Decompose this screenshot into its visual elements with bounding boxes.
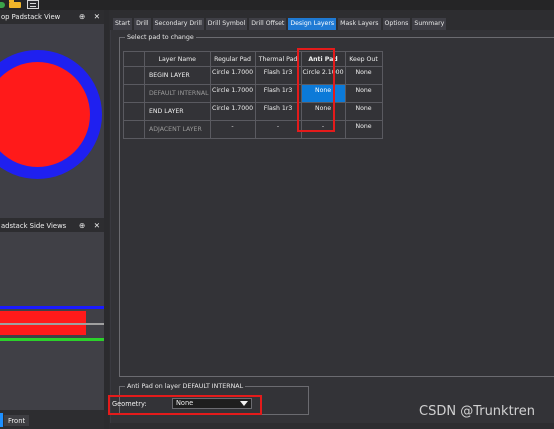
- row-header[interactable]: [123, 120, 145, 139]
- padstack-side-views-canvas: [0, 232, 104, 410]
- layer-name-cell[interactable]: END LAYER: [144, 102, 211, 121]
- anti-pad-cell[interactable]: Circle 2.1000: [300, 66, 346, 85]
- column-layer-name: Layer Name: [144, 51, 211, 67]
- close-icon[interactable]: ✕: [94, 221, 100, 230]
- keep-out-cell[interactable]: None: [344, 102, 383, 121]
- tab-secondary-drill[interactable]: Secondary Drill: [152, 18, 204, 30]
- thermal-pad-cell[interactable]: Flash 1r3: [254, 102, 302, 121]
- pin-icon[interactable]: ⊕: [79, 12, 85, 21]
- splitter[interactable]: [104, 10, 109, 429]
- row-header[interactable]: [123, 84, 145, 103]
- side-green-line: [0, 338, 104, 341]
- side-pad-red: [0, 311, 86, 323]
- top-padstack-view-canvas: [0, 24, 104, 218]
- side-pad-red-lower: [0, 325, 86, 335]
- close-icon[interactable]: ✕: [94, 12, 100, 21]
- thermal-pad-cell[interactable]: Flash 1r3: [254, 66, 302, 85]
- column-keep-out: Keep Out: [344, 51, 383, 67]
- top-padstack-view-header: op Padstack View ⊕ ✕: [0, 12, 104, 22]
- table-row[interactable]: ADJACENT LAYER - - - None: [123, 120, 383, 139]
- front-tab[interactable]: Front: [3, 414, 31, 427]
- anti-pad-cell[interactable]: None: [300, 102, 346, 121]
- keep-out-cell[interactable]: None: [344, 120, 383, 139]
- tab-drill-offset[interactable]: Drill Offset: [249, 18, 287, 30]
- regular-pad-cell[interactable]: Circle 1.7000: [209, 84, 256, 103]
- column-thermal-pad: Thermal Pad: [254, 51, 302, 67]
- tab-drill[interactable]: Drill: [134, 18, 151, 30]
- table-row[interactable]: DEFAULT INTERNAL Circle 1.7000 Flash 1r3…: [123, 84, 383, 103]
- watermark: CSDN @Trunktren: [419, 404, 535, 419]
- geometry-select[interactable]: None: [172, 398, 252, 409]
- table-row[interactable]: END LAYER Circle 1.7000 Flash 1r3 None N…: [123, 102, 383, 121]
- tab-design-layers[interactable]: Design Layers: [288, 18, 337, 30]
- tab-options[interactable]: Options: [382, 18, 411, 30]
- anti-pad-group-title: Anti Pad on layer DEFAULT INTERNAL: [125, 382, 246, 391]
- padstack-side-views-header: adstack Side Views ⊕ ✕: [0, 221, 104, 231]
- regular-pad-cell[interactable]: -: [209, 120, 256, 139]
- document-icon[interactable]: [27, 0, 39, 9]
- tab-drill-symbol[interactable]: Drill Symbol: [205, 18, 248, 30]
- column-regular-pad: Regular Pad: [209, 51, 256, 67]
- column-anti-pad: Anti Pad: [300, 51, 346, 67]
- view-tabs: Front: [0, 412, 104, 429]
- row-header[interactable]: [123, 66, 145, 85]
- table-row[interactable]: BEGIN LAYER Circle 1.7000 Flash 1r3 Circ…: [123, 66, 383, 85]
- tab-mask-layers[interactable]: Mask Layers: [338, 18, 381, 30]
- layer-name-cell[interactable]: DEFAULT INTERNAL: [144, 84, 211, 103]
- thermal-pad-cell[interactable]: Flash 1r3: [254, 84, 302, 103]
- regular-pad-cell[interactable]: Circle 1.7000: [209, 102, 256, 121]
- tab-summary[interactable]: Summary: [412, 18, 447, 30]
- tab-strip: Start Drill Secondary Drill Drill Symbol…: [113, 18, 448, 30]
- select-pad-group-title: Select pad to change: [125, 33, 196, 42]
- top-padstack-view-title: op Padstack View: [1, 13, 61, 21]
- anti-pad-cell-selected[interactable]: None: [300, 84, 346, 103]
- side-blue-line: [0, 306, 104, 309]
- anti-pad-cell[interactable]: -: [300, 120, 346, 139]
- layer-name-cell[interactable]: BEGIN LAYER: [144, 66, 211, 85]
- dropdown-arrow-icon[interactable]: [240, 401, 248, 406]
- pad-grid: Layer Name Regular Pad Thermal Pad Anti …: [123, 51, 383, 139]
- grid-corner-cell: [123, 51, 145, 67]
- geometry-label: Geometry:: [112, 400, 147, 408]
- tab-start[interactable]: Start: [113, 18, 133, 30]
- toolbar: [0, 0, 554, 10]
- geometry-value: None: [176, 399, 194, 407]
- folder-icon[interactable]: [9, 0, 21, 8]
- row-header[interactable]: [123, 102, 145, 121]
- keep-out-cell[interactable]: None: [344, 84, 383, 103]
- padstack-side-views-title: adstack Side Views: [1, 222, 67, 230]
- grid-header-row: Layer Name Regular Pad Thermal Pad Anti …: [123, 51, 383, 67]
- pin-icon[interactable]: ⊕: [79, 221, 85, 230]
- keep-out-cell[interactable]: None: [344, 66, 383, 85]
- layer-name-cell[interactable]: ADJACENT LAYER: [144, 120, 211, 139]
- thermal-pad-cell[interactable]: -: [254, 120, 302, 139]
- regular-pad-cell[interactable]: Circle 1.7000: [209, 66, 256, 85]
- add-icon[interactable]: [0, 2, 5, 8]
